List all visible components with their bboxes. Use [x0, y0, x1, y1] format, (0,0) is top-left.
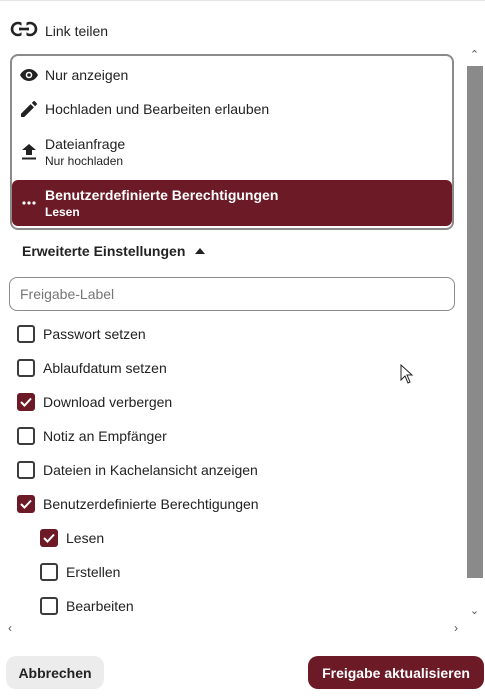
scroll-left-icon[interactable]: ‹: [8, 621, 12, 635]
scroll-down-icon[interactable]: ⌄: [464, 604, 485, 617]
option-label: Notiz an Empfänger: [43, 428, 167, 444]
checkmark-icon: [20, 397, 32, 407]
permission-sublabel: Nur hochladen: [45, 154, 124, 168]
checkmark-icon: [20, 499, 32, 509]
option-label: Bearbeiten: [66, 598, 134, 614]
option-label: Ablaufdatum setzen: [43, 360, 167, 376]
advanced-settings-label: Erweiterte Einstellungen: [22, 243, 186, 259]
scrollbar-thumb[interactable]: [467, 66, 483, 578]
cancel-button[interactable]: Abbrechen: [6, 656, 104, 689]
pencil-icon: [20, 100, 38, 118]
option-label: Erstellen: [66, 564, 121, 580]
checkbox[interactable]: [17, 393, 35, 411]
permission-custom[interactable]: Benutzerdefinierte Berechtigungen Lesen: [12, 180, 452, 226]
checkbox[interactable]: [17, 461, 35, 479]
custom-permission-create[interactable]: Erstellen: [40, 563, 120, 581]
scroll-up-icon[interactable]: ⌃: [464, 48, 485, 61]
permission-label: Dateianfrage: [45, 136, 126, 152]
checkmark-icon: [43, 533, 55, 543]
dialog-title: Link teilen: [45, 23, 109, 39]
custom-permission-edit[interactable]: Bearbeiten: [40, 597, 134, 615]
more-dots-icon: [20, 194, 38, 212]
horizontal-scrollbar[interactable]: ‹ ›: [0, 621, 464, 639]
update-share-button[interactable]: Freigabe aktualisieren: [308, 656, 484, 689]
option-note-to-recipient[interactable]: Notiz an Empfänger: [17, 427, 167, 445]
mouse-pointer-icon: [400, 364, 414, 384]
permission-sublabel: Lesen: [45, 205, 80, 219]
option-label: Dateien in Kachelansicht anzeigen: [43, 462, 258, 478]
permission-label: Nur anzeigen: [45, 67, 129, 83]
option-hide-download[interactable]: Download verbergen: [17, 393, 172, 411]
checkbox[interactable]: [40, 597, 58, 615]
checkbox[interactable]: [17, 325, 35, 343]
advanced-settings-toggle[interactable]: Erweiterte Einstellungen: [22, 243, 206, 259]
option-custom-permissions[interactable]: Benutzerdefinierte Berechtigungen: [17, 495, 259, 513]
checkbox[interactable]: [17, 427, 35, 445]
permission-list: Nur anzeigen Hochladen und Bearbeiten er…: [10, 54, 454, 230]
option-label: Download verbergen: [43, 394, 173, 410]
share-label-input[interactable]: [9, 277, 455, 311]
option-expiration-date[interactable]: Ablaufdatum setzen: [17, 359, 167, 377]
share-link-header: Link teilen: [10, 18, 108, 44]
option-set-password[interactable]: Passwort setzen: [17, 325, 146, 343]
caret-up-icon: [195, 248, 206, 254]
option-label: Lesen: [66, 530, 105, 546]
eye-icon: [20, 66, 38, 84]
permission-label: Hochladen und Bearbeiten erlauben: [45, 101, 270, 117]
link-icon: [10, 20, 38, 42]
permission-label: Benutzerdefinierte Berechtigungen: [45, 187, 279, 203]
custom-permission-read[interactable]: Lesen: [40, 529, 104, 547]
upload-icon: [20, 143, 38, 161]
checkbox[interactable]: [40, 529, 58, 547]
checkbox[interactable]: [17, 495, 35, 513]
vertical-scrollbar[interactable]: ⌃ ⌄: [464, 48, 485, 624]
option-grid-view[interactable]: Dateien in Kachelansicht anzeigen: [17, 461, 258, 479]
permission-view-only[interactable]: Nur anzeigen: [12, 62, 452, 88]
permission-file-request[interactable]: Dateianfrage Nur hochladen: [12, 132, 452, 172]
option-label: Passwort setzen: [43, 326, 146, 342]
option-label: Benutzerdefinierte Berechtigungen: [43, 496, 259, 512]
checkbox[interactable]: [40, 563, 58, 581]
permission-upload-edit[interactable]: Hochladen und Bearbeiten erlauben: [12, 96, 452, 122]
checkbox[interactable]: [17, 359, 35, 377]
scroll-right-icon[interactable]: ›: [454, 621, 458, 635]
top-divider: [0, 0, 485, 1]
